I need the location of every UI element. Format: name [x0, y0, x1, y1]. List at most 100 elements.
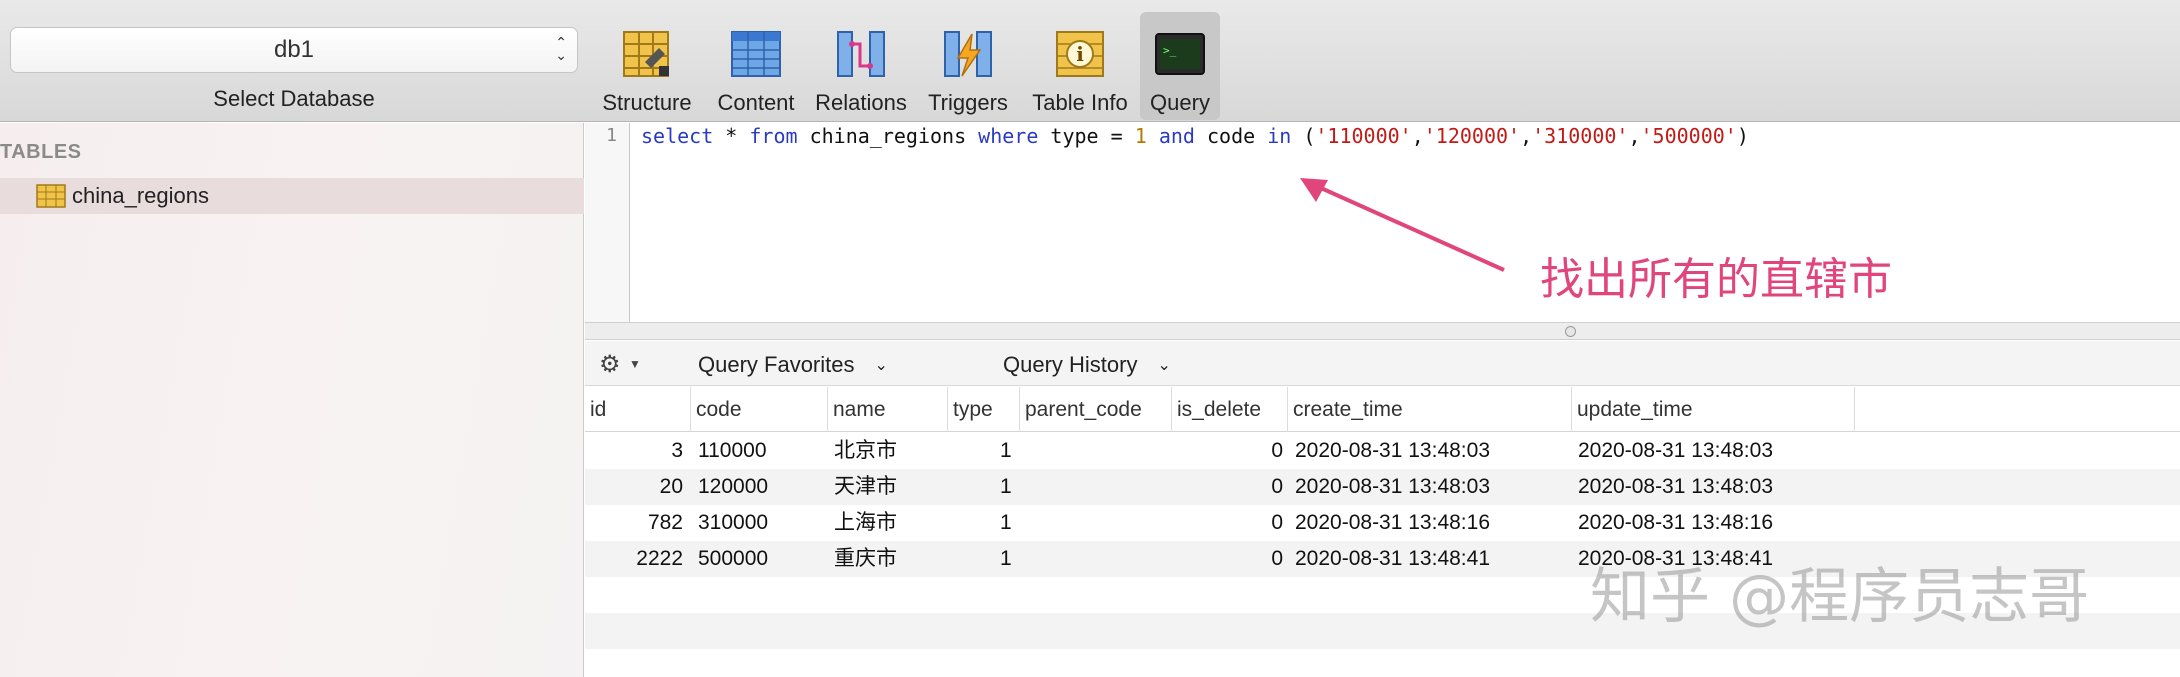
cell-name: 北京市 — [834, 439, 897, 462]
cell-create-time: 2020-08-31 13:48:41 — [1295, 547, 1490, 570]
sql-token: china_regions — [797, 124, 979, 148]
results-header: id code name type parent_code is_delete … — [585, 387, 2180, 432]
database-select-caption: Select Database — [213, 86, 375, 111]
cell-id: 3 — [671, 439, 683, 462]
sidebar-item-label: china_regions — [72, 183, 209, 208]
splitter-handle-icon[interactable] — [1565, 326, 1576, 337]
cell-name: 重庆市 — [834, 547, 897, 570]
cell-create-time: 2020-08-31 13:48:03 — [1295, 439, 1490, 462]
sql-token: , — [1411, 124, 1424, 148]
query-bar: ⚙ ▼ Query Favorites ⌄ Query History ⌄ — [585, 341, 2180, 386]
cell-type: 1 — [1000, 475, 1012, 498]
cell-type: 1 — [1000, 439, 1012, 462]
toolbar: db1 ⌃ ⌄ Select Database Structure Content… — [0, 0, 2180, 122]
content-button[interactable]: Content — [710, 12, 802, 120]
content-label: Content — [717, 90, 795, 115]
cell-code: 120000 — [698, 475, 769, 498]
query-label: Query — [1150, 90, 1210, 115]
sql-token: '310000' — [1532, 124, 1629, 148]
cell-update-time: 2020-08-31 13:48:03 — [1578, 475, 1773, 498]
query-favorites-menu[interactable]: Query Favorites ⌄ — [698, 352, 888, 378]
column-header-parent-code[interactable]: parent_code — [1020, 387, 1172, 432]
cell-update-time: 2020-08-31 13:48:16 — [1578, 511, 1773, 534]
cell-is-delete: 0 — [1271, 511, 1283, 534]
table-row[interactable]: 3 110000 北京市 1 0 2020-08-31 13:48:03 202… — [585, 433, 2180, 469]
column-header-type[interactable]: type — [948, 387, 1020, 432]
sql-token: '120000' — [1423, 124, 1521, 148]
structure-button[interactable]: Structure — [596, 12, 698, 120]
triggers-icon — [944, 31, 992, 77]
sql-token: ( — [1291, 124, 1316, 148]
column-header-code[interactable]: code — [691, 387, 828, 432]
cell-type: 1 — [1000, 511, 1012, 534]
editor-results-splitter[interactable] — [585, 322, 2180, 340]
query-history-menu[interactable]: Query History ⌄ — [1003, 352, 1171, 378]
cell-update-time: 2020-08-31 13:48:03 — [1578, 439, 1773, 462]
query-button[interactable]: >_ Query — [1140, 12, 1220, 120]
column-header-id[interactable]: id — [585, 387, 691, 432]
cell-code: 110000 — [698, 439, 767, 462]
cell-type: 1 — [1000, 547, 1012, 570]
cell-is-delete: 0 — [1271, 547, 1283, 570]
structure-label: Structure — [602, 90, 692, 115]
select-arrows-icon: ⌃ ⌄ — [555, 34, 567, 63]
cell-code: 310000 — [698, 511, 769, 534]
sql-token: = — [1110, 124, 1123, 148]
structure-icon — [623, 31, 669, 77]
sql-token: , — [1628, 124, 1641, 148]
empty-row — [585, 649, 2180, 677]
table-icon — [36, 184, 66, 208]
sql-token: * — [713, 124, 750, 148]
cell-name: 天津市 — [834, 475, 897, 498]
relations-label: Relations — [815, 90, 907, 115]
sql-token: , — [1520, 124, 1533, 148]
gear-icon[interactable]: ⚙ — [599, 350, 621, 379]
sidebar-item-china-regions[interactable]: china_regions — [0, 178, 584, 214]
sql-token: code — [1194, 124, 1268, 148]
column-header-update-time[interactable]: update_time — [1572, 387, 1855, 432]
sql-token: select — [641, 124, 714, 148]
sql-query-line[interactable]: select * from china_regions where type =… — [641, 123, 1749, 149]
triggers-label: Triggers — [928, 90, 1008, 115]
relations-icon — [837, 31, 885, 77]
svg-text:>_: >_ — [1163, 44, 1177, 57]
column-header-name[interactable]: name — [828, 387, 948, 432]
cell-create-time: 2020-08-31 13:48:16 — [1295, 511, 1490, 534]
relations-button[interactable]: Relations — [812, 12, 910, 120]
triggers-button[interactable]: Triggers — [920, 12, 1016, 120]
query-icon: >_ — [1155, 33, 1205, 75]
query-favorites-label: Query Favorites — [698, 352, 855, 377]
database-select-value: db1 — [273, 36, 315, 63]
cell-code: 500000 — [698, 547, 769, 570]
sql-token: where — [978, 124, 1039, 148]
cell-id: 2222 — [636, 547, 683, 570]
column-header-create-time[interactable]: create_time — [1288, 387, 1572, 432]
cell-is-delete: 0 — [1271, 475, 1283, 498]
table-row[interactable]: 20 120000 天津市 1 0 2020-08-31 13:48:03 20… — [585, 469, 2180, 505]
table-row[interactable]: 782 310000 上海市 1 0 2020-08-31 13:48:16 2… — [585, 505, 2180, 541]
table-info-label: Table Info — [1032, 90, 1128, 115]
content-icon — [731, 31, 781, 77]
cell-create-time: 2020-08-31 13:48:03 — [1295, 475, 1490, 498]
chevron-down-icon: ⌄ — [1157, 357, 1171, 374]
sql-token: and — [1158, 124, 1195, 148]
sql-token: '500000' — [1640, 124, 1737, 148]
table-info-button[interactable]: i Table Info — [1024, 12, 1136, 120]
sql-token: ) — [1736, 124, 1749, 148]
column-header-is-delete[interactable]: is_delete — [1172, 387, 1288, 432]
line-number: 1 — [606, 125, 617, 146]
sidebar: TABLES china_regions — [0, 123, 584, 677]
sql-token: type — [1038, 124, 1111, 148]
cell-name: 上海市 — [834, 511, 897, 534]
chevron-down-icon: ⌄ — [874, 357, 888, 374]
annotation-text: 找出所有的直辖市 — [1540, 254, 1892, 305]
watermark: 知乎 @程序员志哥 — [1590, 562, 2090, 632]
cell-id: 20 — [659, 475, 683, 498]
database-select[interactable]: db1 ⌃ ⌄ — [10, 27, 578, 73]
cell-id: 782 — [647, 511, 683, 534]
sql-token: '110000' — [1315, 124, 1412, 148]
cell-is-delete: 0 — [1271, 439, 1283, 462]
caret-down-icon[interactable]: ▼ — [629, 357, 641, 371]
